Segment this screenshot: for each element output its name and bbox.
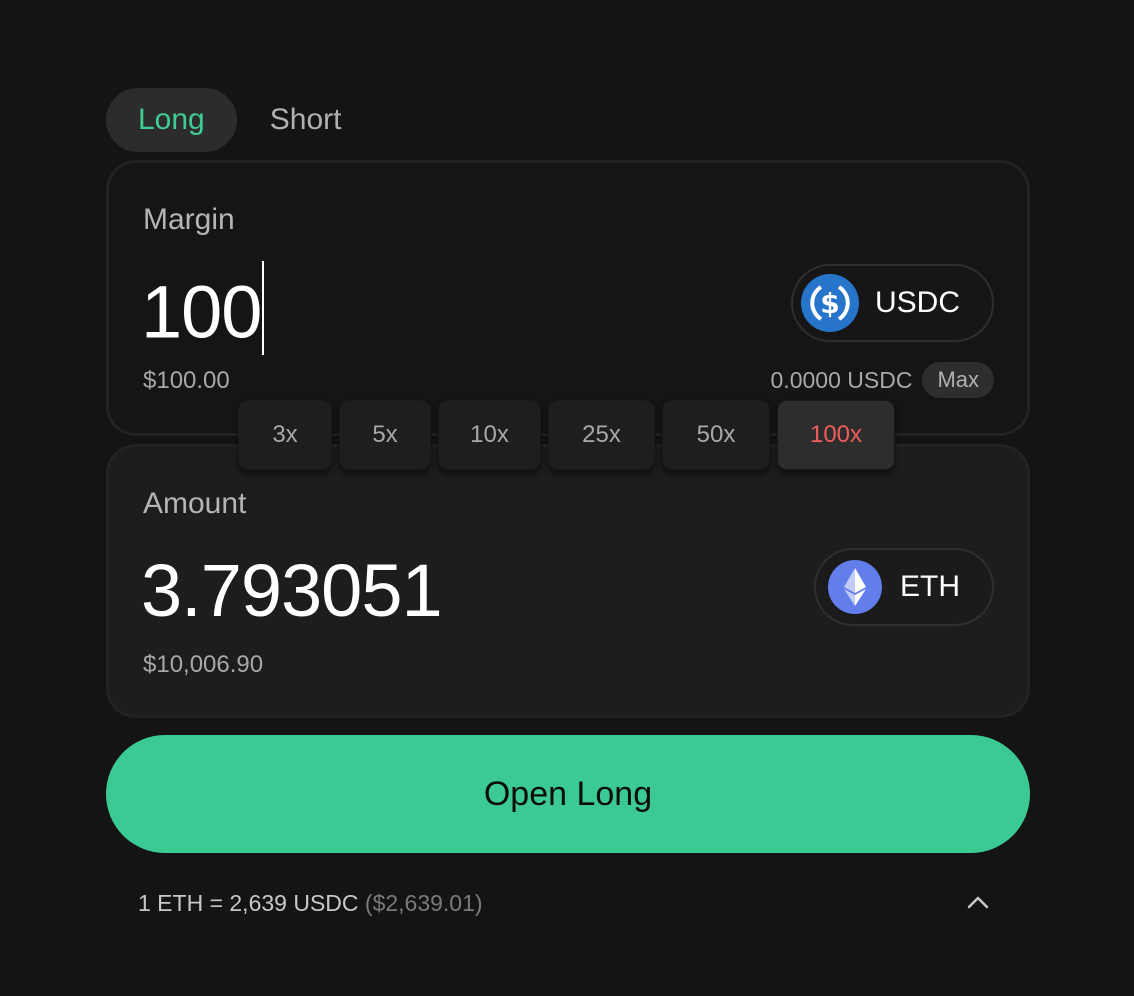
margin-balance-row: 0.0000 USDC Max [771,362,994,398]
leverage-25x-button[interactable]: 25x [548,400,655,470]
margin-usd-value: $100.00 [143,367,230,394]
exchange-rate-text: 1 ETH = 2,639 USDC [138,890,359,916]
open-long-button[interactable]: Open Long [106,735,1030,853]
amount-usd-value: $10,006.90 [143,651,264,678]
max-button[interactable]: Max [922,362,994,398]
leverage-100x-button[interactable]: 100x [777,400,895,470]
amount-value[interactable]: 3.793051 [141,554,443,628]
margin-token-symbol: USDC [874,286,960,319]
trade-panel: Long Short Margin 100 $ USDC $100.00 0.0… [106,88,1030,916]
amount-label: Amount [143,487,247,520]
amount-token-symbol: ETH [900,570,960,603]
leverage-5x-button[interactable]: 5x [339,400,431,470]
amount-token-selector[interactable]: ETH [814,548,994,626]
leverage-3x-button[interactable]: 3x [238,400,332,470]
margin-token-selector[interactable]: $ USDC [790,264,994,342]
margin-balance: 0.0000 USDC [770,366,913,393]
leverage-50x-button[interactable]: 50x [662,400,770,470]
leverage-10x-button[interactable]: 10x [438,400,541,470]
usdc-icon: $ [800,274,859,332]
margin-input[interactable]: 100 [141,261,265,365]
margin-label: Margin [143,203,235,236]
chevron-up-icon[interactable] [964,888,992,916]
exchange-rate: 1 ETH = 2,639 USDC ($2,639.01) [138,890,483,917]
leverage-selector: 3x 5x 10x 25x 50x 100x [238,400,895,470]
text-caret [262,261,265,355]
svg-text:$: $ [820,287,839,320]
exchange-rate-usd: ($2,639.01) [364,890,483,916]
eth-icon [828,560,882,614]
side-tabs: Long Short [106,88,1030,152]
tab-short[interactable]: Short [237,88,374,152]
amount-card: Amount 3.793051 ETH $10,006.90 [106,444,1030,718]
margin-card: Margin 100 $ USDC $100.00 0.0000 USDC Ma… [106,160,1030,436]
margin-input-value: 100 [141,270,262,354]
tab-long[interactable]: Long [106,88,237,152]
